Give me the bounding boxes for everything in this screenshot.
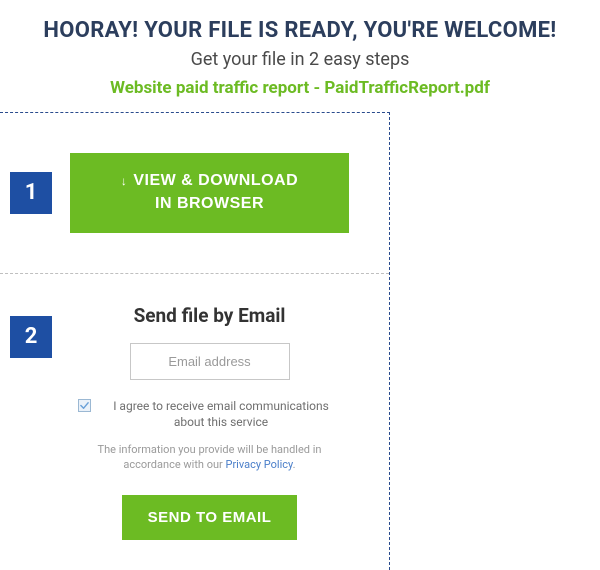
agree-checkbox[interactable]: [78, 399, 91, 412]
step-1-badge: 1: [10, 172, 52, 214]
download-button-line1: VIEW & DOWNLOAD: [133, 171, 298, 192]
view-download-button[interactable]: ↓ VIEW & DOWNLOAD IN BROWSER: [70, 153, 349, 233]
email-input[interactable]: [130, 343, 290, 380]
check-icon: [80, 401, 89, 410]
file-name: Website paid traffic report - PaidTraffi…: [10, 78, 590, 98]
step-1-section: 1 ↓ VIEW & DOWNLOAD IN BROWSER: [0, 113, 389, 274]
steps-card: 1 ↓ VIEW & DOWNLOAD IN BROWSER 2 Send fi…: [0, 112, 390, 570]
download-button-line2: IN BROWSER: [155, 194, 264, 215]
send-by-email-title: Send file by Email: [70, 304, 349, 327]
agree-text: I agree to receive email communications …: [101, 398, 341, 430]
arrow-down-icon: ↓: [121, 174, 128, 190]
privacy-suffix: .: [293, 458, 296, 471]
step-2-badge: 2: [10, 316, 52, 358]
page-title: HOORAY! YOUR FILE IS READY, YOU'RE WELCO…: [10, 18, 590, 43]
page-subtitle: Get your file in 2 easy steps: [10, 49, 590, 70]
privacy-policy-link[interactable]: Privacy Policy: [226, 458, 293, 471]
privacy-notice: The information you provide will be hand…: [70, 442, 349, 473]
step-2-section: 2 Send file by Email I agree to receive …: [0, 274, 389, 570]
send-to-email-button[interactable]: SEND TO EMAIL: [122, 495, 298, 540]
